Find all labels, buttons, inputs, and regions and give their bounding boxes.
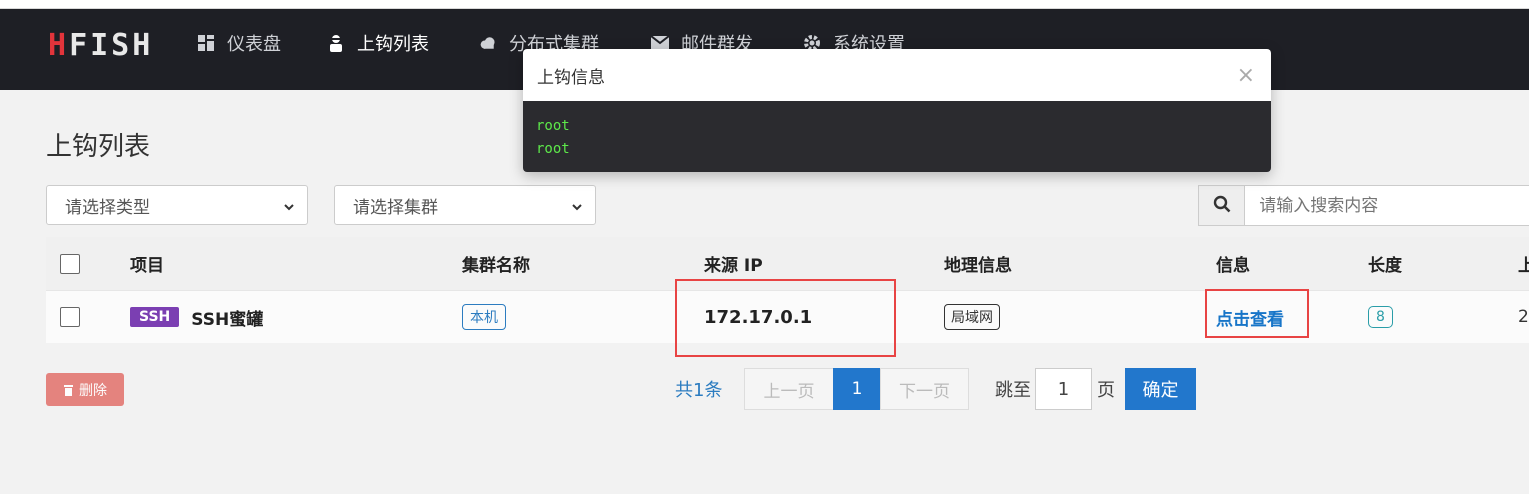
search-icon — [1213, 195, 1231, 217]
geo-tag: 局域网 — [944, 304, 1000, 330]
modal-title: 上钩信息 — [537, 67, 605, 88]
jump-to-label: 跳至 — [995, 380, 1031, 401]
search-button[interactable] — [1199, 186, 1246, 225]
delete-button[interactable]: 删除 — [46, 373, 124, 406]
hook-info-modal: 上钩信息 × root root — [523, 49, 1271, 172]
page-suffix-label: 页 — [1097, 380, 1115, 401]
confirm-jump-button[interactable]: 确定 — [1125, 368, 1196, 410]
nav-item-dashboard[interactable]: 仪表盘 — [197, 30, 281, 56]
modal-header: 上钩信息 × — [523, 49, 1271, 101]
header-geo: 地理信息 — [944, 256, 1012, 276]
ip-highlight-box — [675, 279, 896, 357]
header-length: 长度 — [1368, 256, 1402, 276]
nav-item-label: 仪表盘 — [227, 34, 281, 55]
hfish-logo[interactable]: H FISH — [48, 28, 153, 63]
length-tag: 8 — [1368, 306, 1393, 328]
project-name: SSH蜜罐 — [191, 309, 264, 330]
dashboard-icon — [197, 34, 215, 52]
header-project: 项目 — [130, 256, 164, 276]
cloud-icon — [479, 34, 497, 52]
cluster-select[interactable]: 请选择集群 — [334, 185, 596, 225]
header-cluster: 集群名称 — [462, 256, 530, 276]
console-line: root — [536, 118, 570, 134]
chevron-down-icon — [283, 198, 295, 218]
close-icon[interactable]: × — [1237, 63, 1255, 88]
time-cell: 2 — [1518, 307, 1529, 327]
trash-icon — [63, 384, 74, 396]
select-all-checkbox[interactable] — [60, 253, 80, 274]
prev-page-button[interactable]: 上一页 — [744, 368, 834, 410]
hacker-icon — [327, 34, 345, 52]
search-input[interactable] — [1245, 186, 1529, 225]
info-highlight-box — [1205, 289, 1309, 338]
jump-page-input[interactable]: 1 — [1035, 368, 1092, 410]
nav-item-label: 上钩列表 — [357, 34, 429, 55]
header-info: 信息 — [1216, 256, 1250, 276]
type-badge: SSH — [130, 307, 180, 327]
nav-item-hook-list[interactable]: 上钩列表 — [327, 30, 429, 56]
type-select[interactable]: 请选择类型 — [46, 185, 308, 225]
next-page-button[interactable]: 下一页 — [880, 368, 969, 410]
row-checkbox[interactable] — [60, 307, 80, 327]
chevron-down-icon — [571, 198, 583, 218]
search-box — [1198, 185, 1529, 226]
console-line: root — [536, 141, 570, 157]
page-1-button[interactable]: 1 — [833, 368, 881, 410]
modal-console: root root — [523, 101, 1271, 172]
header-time: 上 — [1518, 256, 1529, 276]
window-top-border — [0, 0, 1529, 9]
page-title: 上钩列表 — [46, 132, 151, 162]
cluster-tag: 本机 — [462, 304, 506, 330]
pagination-total: 共1条 — [675, 380, 723, 401]
